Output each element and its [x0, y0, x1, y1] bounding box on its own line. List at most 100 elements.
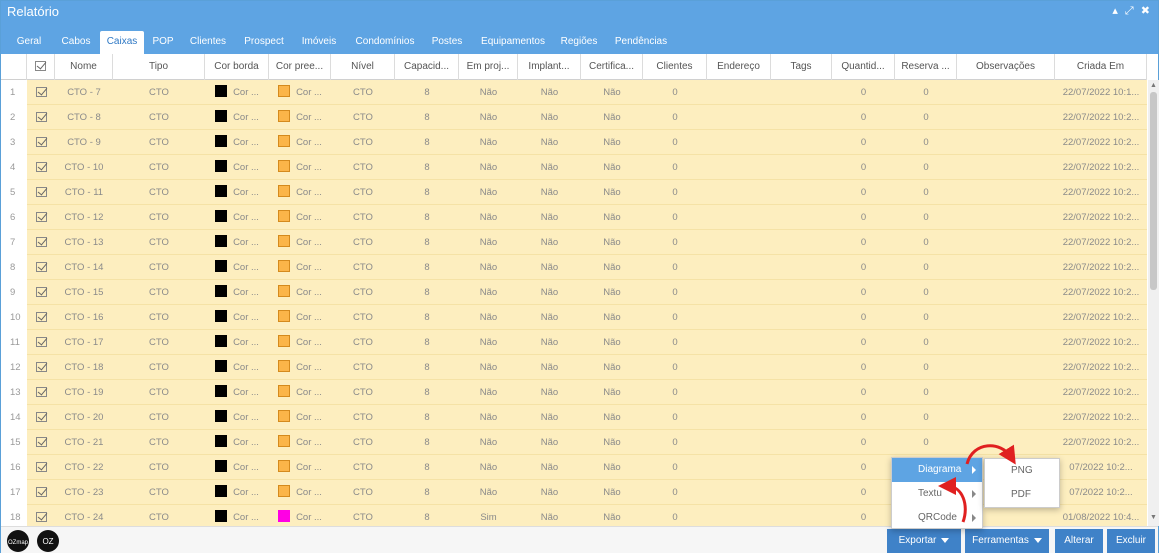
column-header[interactable]: Clientes	[643, 54, 707, 80]
table-row[interactable]: 14 CTO - 20 CTO Cor ... Cor ... CTO 8 Não Não Não…	[1, 405, 1147, 430]
cell-pree: Cor ...	[269, 180, 331, 205]
table-row[interactable]: 11 CTO - 17 CTO Cor ... Cor ... CTO 8 Não Não Não…	[1, 330, 1147, 355]
cell-obs	[957, 180, 1055, 205]
fill-color-swatch	[278, 260, 291, 272]
tab-caixas[interactable]: Caixas	[100, 31, 144, 54]
row-checkbox[interactable]	[27, 280, 55, 305]
table-row[interactable]: 1 CTO - 7 CTO Cor ... Cor ... CTO 8 Não Não Não 0 0…	[1, 80, 1147, 105]
tab-geral[interactable]: Geral	[15, 31, 43, 54]
column-header[interactable]: Capacid...	[395, 54, 459, 80]
cell-cli: 0	[672, 137, 678, 148]
tab-clientes[interactable]: Clientes	[186, 31, 230, 54]
cell-borda: Cor ...	[205, 380, 269, 405]
table-row[interactable]: 3 CTO - 9 CTO Cor ... Cor ... CTO 8 Não Não Não 0 0…	[1, 130, 1147, 155]
row-checkbox[interactable]	[27, 430, 55, 455]
delete-button[interactable]: Excluir	[1107, 529, 1155, 553]
menu-item-textu[interactable]: Textu	[892, 482, 982, 506]
row-checkbox[interactable]	[27, 105, 55, 130]
column-header[interactable]: Nível	[331, 54, 395, 80]
menu-item-qrcode[interactable]: QRCode	[892, 506, 982, 530]
row-checkbox[interactable]	[27, 405, 55, 430]
column-header[interactable]: Certifica...	[581, 54, 643, 80]
cell-criada: 01/08/2022 10:4...	[1062, 512, 1140, 523]
column-header[interactable]: Em proj...	[459, 54, 518, 80]
tools-button[interactable]: Ferramentas	[965, 529, 1049, 553]
column-header[interactable]: Observações	[957, 54, 1055, 80]
tab-cabos[interactable]: Cabos	[59, 31, 93, 54]
window-controls[interactable]: ▴ ⤢ ✖	[1112, 4, 1152, 18]
tab-imóveis[interactable]: Imóveis	[297, 31, 341, 54]
tab-pop[interactable]: POP	[148, 31, 178, 54]
border-color-swatch	[215, 460, 228, 472]
column-header[interactable]: Quantid...	[832, 54, 895, 80]
table-row[interactable]: 5 CTO - 11 CTO Cor ... Cor ... CTO 8 Não Não Não 0…	[1, 180, 1147, 205]
cell-proj: Não	[479, 137, 498, 148]
column-header[interactable]: Criada Em	[1055, 54, 1147, 80]
row-checkbox[interactable]	[27, 305, 55, 330]
column-header[interactable]: Reserva ...	[895, 54, 957, 80]
submenu-item-pdf[interactable]: PDF	[985, 483, 1059, 507]
table-row[interactable]: 7 CTO - 13 CTO Cor ... Cor ... CTO 8 Não Não Não 0…	[1, 230, 1147, 255]
cell-criada: 22/07/2022 10:2...	[1062, 237, 1140, 248]
table-row[interactable]: 4 CTO - 10 CTO Cor ... Cor ... CTO 8 Não Não Não 0…	[1, 155, 1147, 180]
color-label: Cor ...	[296, 137, 322, 148]
row-checkbox[interactable]	[27, 230, 55, 255]
checkbox-icon	[35, 112, 47, 123]
scroll-down-icon[interactable]: ▼	[1150, 514, 1157, 521]
table-row[interactable]: 6 CTO - 12 CTO Cor ... Cor ... CTO 8 Não Não Não 0…	[1, 205, 1147, 230]
column-header[interactable]: Implant...	[518, 54, 581, 80]
cell-nivel: CTO	[353, 462, 373, 473]
column-header[interactable]: Endereço	[707, 54, 771, 80]
menu-item-diagrama[interactable]: Diagrama	[892, 458, 982, 482]
column-header[interactable]: Cor pree...	[269, 54, 331, 80]
row-checkbox[interactable]	[27, 480, 55, 505]
column-header[interactable]: Cor borda	[205, 54, 269, 80]
row-checkbox[interactable]	[27, 255, 55, 280]
tab-regiões[interactable]: Regiões	[558, 31, 600, 54]
row-number: 11	[1, 330, 27, 355]
table-row[interactable]: 8 CTO - 14 CTO Cor ... Cor ... CTO 8 Não Não Não 0…	[1, 255, 1147, 280]
table-row[interactable]: 15 CTO - 21 CTO Cor ... Cor ... CTO 8 Não Não Não…	[1, 430, 1147, 455]
cell-res: 0	[923, 212, 929, 223]
tab-postes[interactable]: Postes	[427, 31, 467, 54]
cell-criada: 22/07/2022 10:2...	[1062, 412, 1140, 423]
row-checkbox[interactable]	[27, 80, 55, 105]
header-select-all-checkbox[interactable]	[27, 54, 55, 80]
tab-condomínios[interactable]: Condomínios	[349, 31, 421, 54]
row-checkbox[interactable]	[27, 180, 55, 205]
table-row[interactable]: 12 CTO - 18 CTO Cor ... Cor ... CTO 8 Não Não Não…	[1, 355, 1147, 380]
row-checkbox[interactable]	[27, 205, 55, 230]
cell-borda: Cor ...	[205, 505, 269, 526]
color-label: Cor ...	[233, 312, 259, 323]
table-row[interactable]: 2 CTO - 8 CTO Cor ... Cor ... CTO 8 Não Não Não 0 0…	[1, 105, 1147, 130]
chevron-right-icon	[972, 490, 976, 498]
border-color-swatch	[215, 410, 228, 422]
row-checkbox[interactable]	[27, 380, 55, 405]
row-checkbox[interactable]	[27, 505, 55, 526]
cell-end	[707, 130, 771, 155]
column-header[interactable]: Tags	[771, 54, 832, 80]
column-header[interactable]: Nome	[55, 54, 113, 80]
color-label: Cor ...	[296, 112, 322, 123]
table-row[interactable]: 9 CTO - 15 CTO Cor ... Cor ... CTO 8 Não Não Não 0…	[1, 280, 1147, 305]
cell-borda: Cor ...	[205, 455, 269, 480]
table-row[interactable]: 10 CTO - 16 CTO Cor ... Cor ... CTO 8 Não Não Não…	[1, 305, 1147, 330]
edit-button[interactable]: Alterar	[1055, 529, 1103, 553]
row-checkbox[interactable]	[27, 355, 55, 380]
scroll-up-icon[interactable]: ▲	[1150, 82, 1157, 89]
export-button[interactable]: Exportar	[887, 529, 961, 553]
column-header[interactable]: Tipo	[113, 54, 205, 80]
cell-cap: 8	[424, 312, 430, 323]
vertical-scrollbar[interactable]: ▲ ▼	[1148, 80, 1159, 526]
row-checkbox[interactable]	[27, 330, 55, 355]
tab-pendências[interactable]: Pendências	[611, 31, 671, 54]
row-checkbox[interactable]	[27, 155, 55, 180]
border-color-swatch	[215, 85, 228, 97]
row-checkbox[interactable]	[27, 130, 55, 155]
row-checkbox[interactable]	[27, 455, 55, 480]
submenu-item-png[interactable]: PNG	[985, 459, 1059, 483]
scroll-thumb[interactable]	[1150, 92, 1157, 290]
table-row[interactable]: 13 CTO - 19 CTO Cor ... Cor ... CTO 8 Não Não Não…	[1, 380, 1147, 405]
tab-equipamentos[interactable]: Equipamentos	[475, 31, 551, 54]
tab-prospect[interactable]: Prospect	[238, 31, 290, 54]
